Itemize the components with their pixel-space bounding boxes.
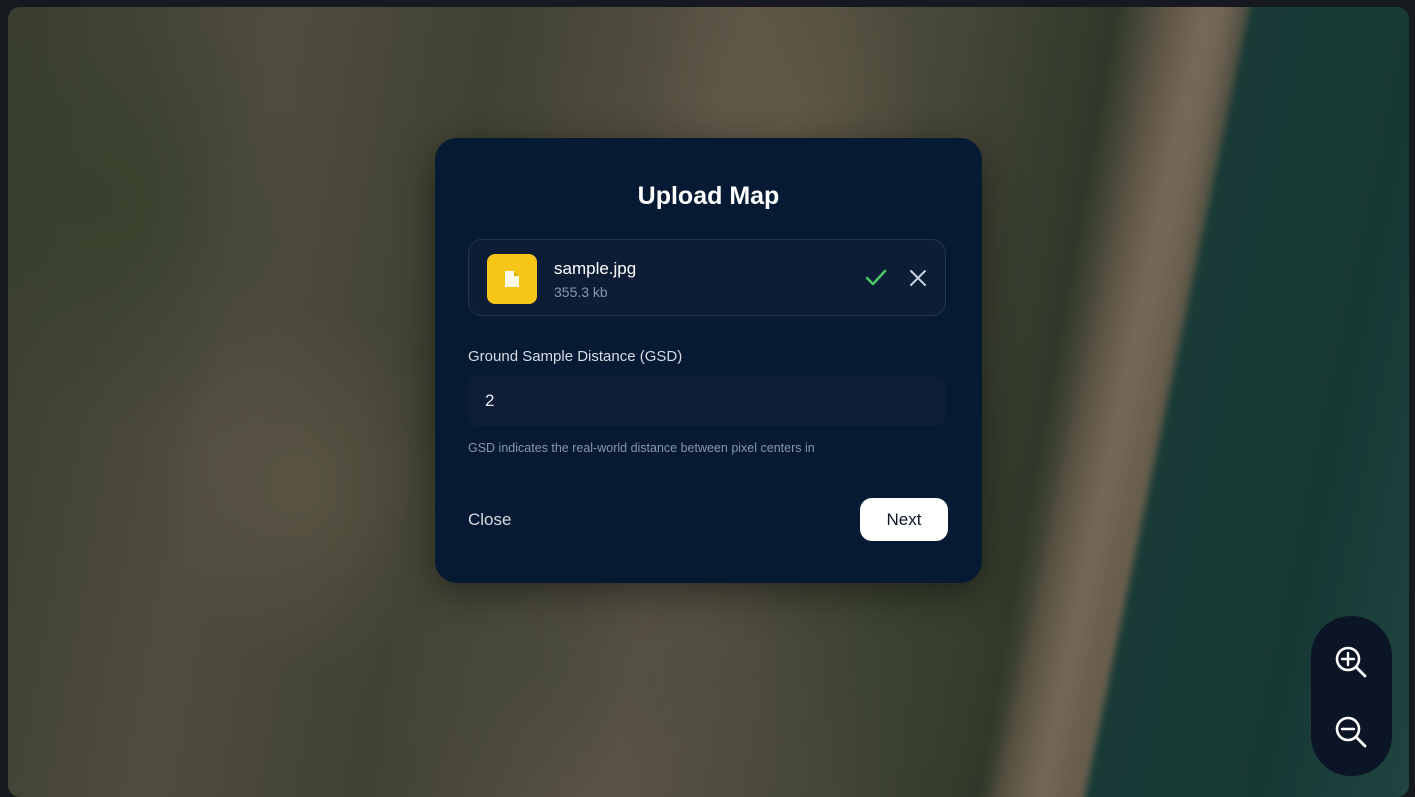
gsd-input[interactable] [468,376,946,426]
map-beach-strip [989,7,1257,797]
file-thumbnail [487,254,537,304]
file-icon [505,271,519,287]
zoom-in-icon[interactable] [1331,642,1371,682]
uploaded-file-card: sample.jpg 355.3 kb [468,239,946,316]
gsd-helper-text: GSD indicates the real-world distance be… [468,441,815,455]
dialog-title: Upload Map [637,182,780,210]
check-icon [865,269,887,286]
file-size: 355.3 kb [554,284,608,300]
next-button[interactable]: Next [860,498,948,541]
zoom-controls [1311,616,1392,776]
gsd-label: Ground Sample Distance (GSD) [468,348,683,365]
close-button[interactable]: Close [468,510,511,530]
upload-map-dialog: Upload Map sample.jpg 355.3 kb Ground Sa… [435,138,982,583]
zoom-out-icon[interactable] [1331,712,1371,752]
close-icon[interactable] [908,268,928,288]
file-name: sample.jpg [554,259,637,278]
